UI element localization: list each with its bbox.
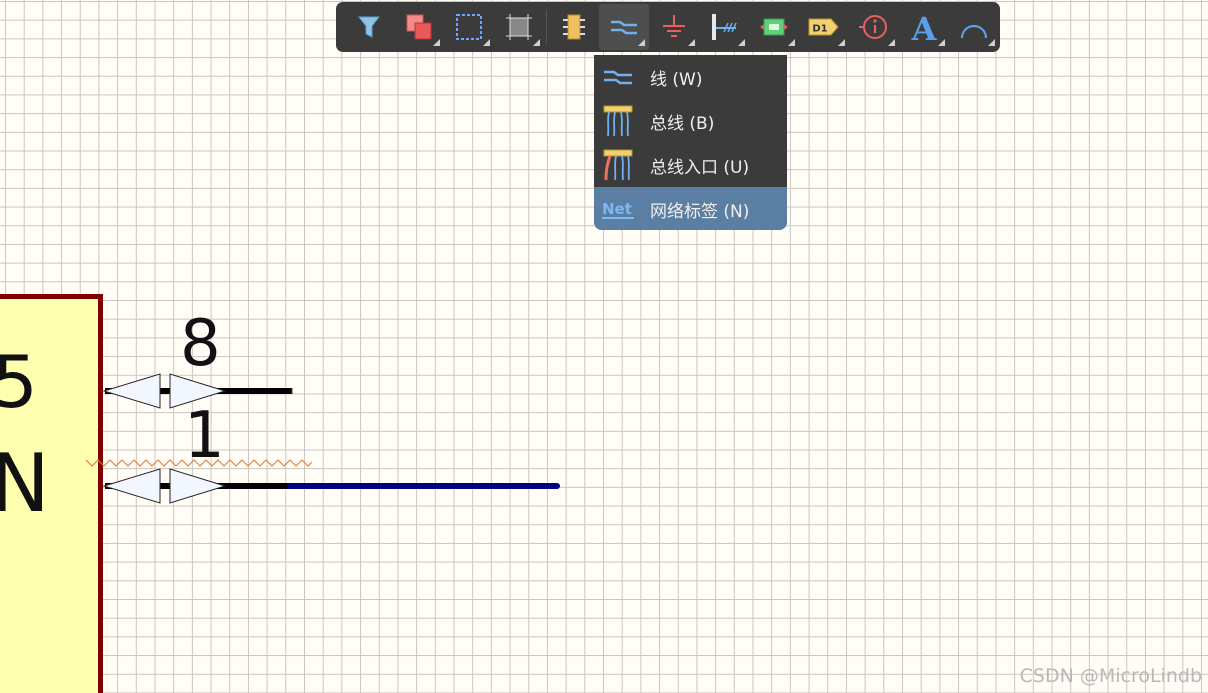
harness-button[interactable] bbox=[699, 4, 749, 50]
wire-icon bbox=[611, 20, 637, 35]
menu-item-label: 总线 (B) bbox=[650, 113, 715, 134]
overlap-squares-icon bbox=[406, 14, 432, 40]
bus-entry-icon bbox=[603, 149, 633, 181]
bus-icon bbox=[603, 105, 633, 137]
power-button[interactable] bbox=[649, 4, 699, 50]
align-component-icon bbox=[506, 14, 532, 40]
place-part-button[interactable] bbox=[549, 4, 599, 50]
watermark: CSDN @MicroLindb bbox=[1019, 665, 1202, 687]
harness-icon bbox=[712, 14, 737, 40]
sheet-symbol-icon bbox=[760, 18, 788, 36]
directive-button[interactable] bbox=[849, 4, 899, 50]
svg-text:A: A bbox=[911, 10, 938, 44]
dashed-selection-icon bbox=[456, 14, 482, 40]
menu-item-wire[interactable]: 线 (W) bbox=[594, 55, 787, 99]
active-bar-toolbar: D1 A bbox=[336, 2, 1000, 52]
pin-number-1: 1 bbox=[184, 399, 225, 473]
svg-text:Net: Net bbox=[602, 200, 632, 218]
select-button[interactable] bbox=[444, 4, 494, 50]
pin-number-8: 8 bbox=[180, 307, 221, 381]
text-button[interactable]: A bbox=[899, 4, 949, 50]
menu-item-net-label[interactable]: Net 网络标签 (N) bbox=[594, 187, 787, 230]
place-shape-button[interactable] bbox=[394, 4, 444, 50]
menu-item-bus-entry[interactable]: 总线入口 (U) bbox=[594, 143, 787, 187]
wire-dropdown-menu: 线 (W) 总线 (B) 总线入口 (U) Net 网络标签 (N) bbox=[594, 55, 787, 230]
text-a-icon: A bbox=[911, 10, 938, 44]
sheet-symbol-button[interactable] bbox=[749, 4, 799, 50]
port-button[interactable]: D1 bbox=[799, 4, 849, 50]
pin-1 bbox=[102, 468, 290, 504]
align-button[interactable] bbox=[494, 4, 544, 50]
directive-info-icon bbox=[859, 15, 887, 39]
menu-item-label: 线 (W) bbox=[650, 69, 703, 90]
filter-button[interactable] bbox=[344, 4, 394, 50]
arc-icon bbox=[960, 24, 988, 39]
wire-icon bbox=[604, 70, 632, 85]
svg-text:D1: D1 bbox=[812, 24, 827, 35]
net-label-icon: Net bbox=[602, 200, 634, 219]
toolbar-separator bbox=[546, 10, 547, 44]
menu-item-label: 总线入口 (U) bbox=[650, 157, 750, 178]
menu-item-label: 网络标签 (N) bbox=[650, 201, 750, 222]
schematic-canvas[interactable]: 5 N 8 1 D1 A 线 (W) 总线 (B) 总线入口 (U) Net 网… bbox=[0, 0, 1208, 693]
arc-button[interactable] bbox=[949, 4, 999, 50]
wire-button[interactable] bbox=[599, 4, 649, 50]
port-d1-icon: D1 bbox=[808, 18, 839, 36]
menu-item-bus[interactable]: 总线 (B) bbox=[594, 99, 787, 143]
ground-icon bbox=[663, 15, 685, 37]
filter-icon bbox=[357, 16, 381, 38]
component-chip-icon bbox=[563, 14, 585, 40]
